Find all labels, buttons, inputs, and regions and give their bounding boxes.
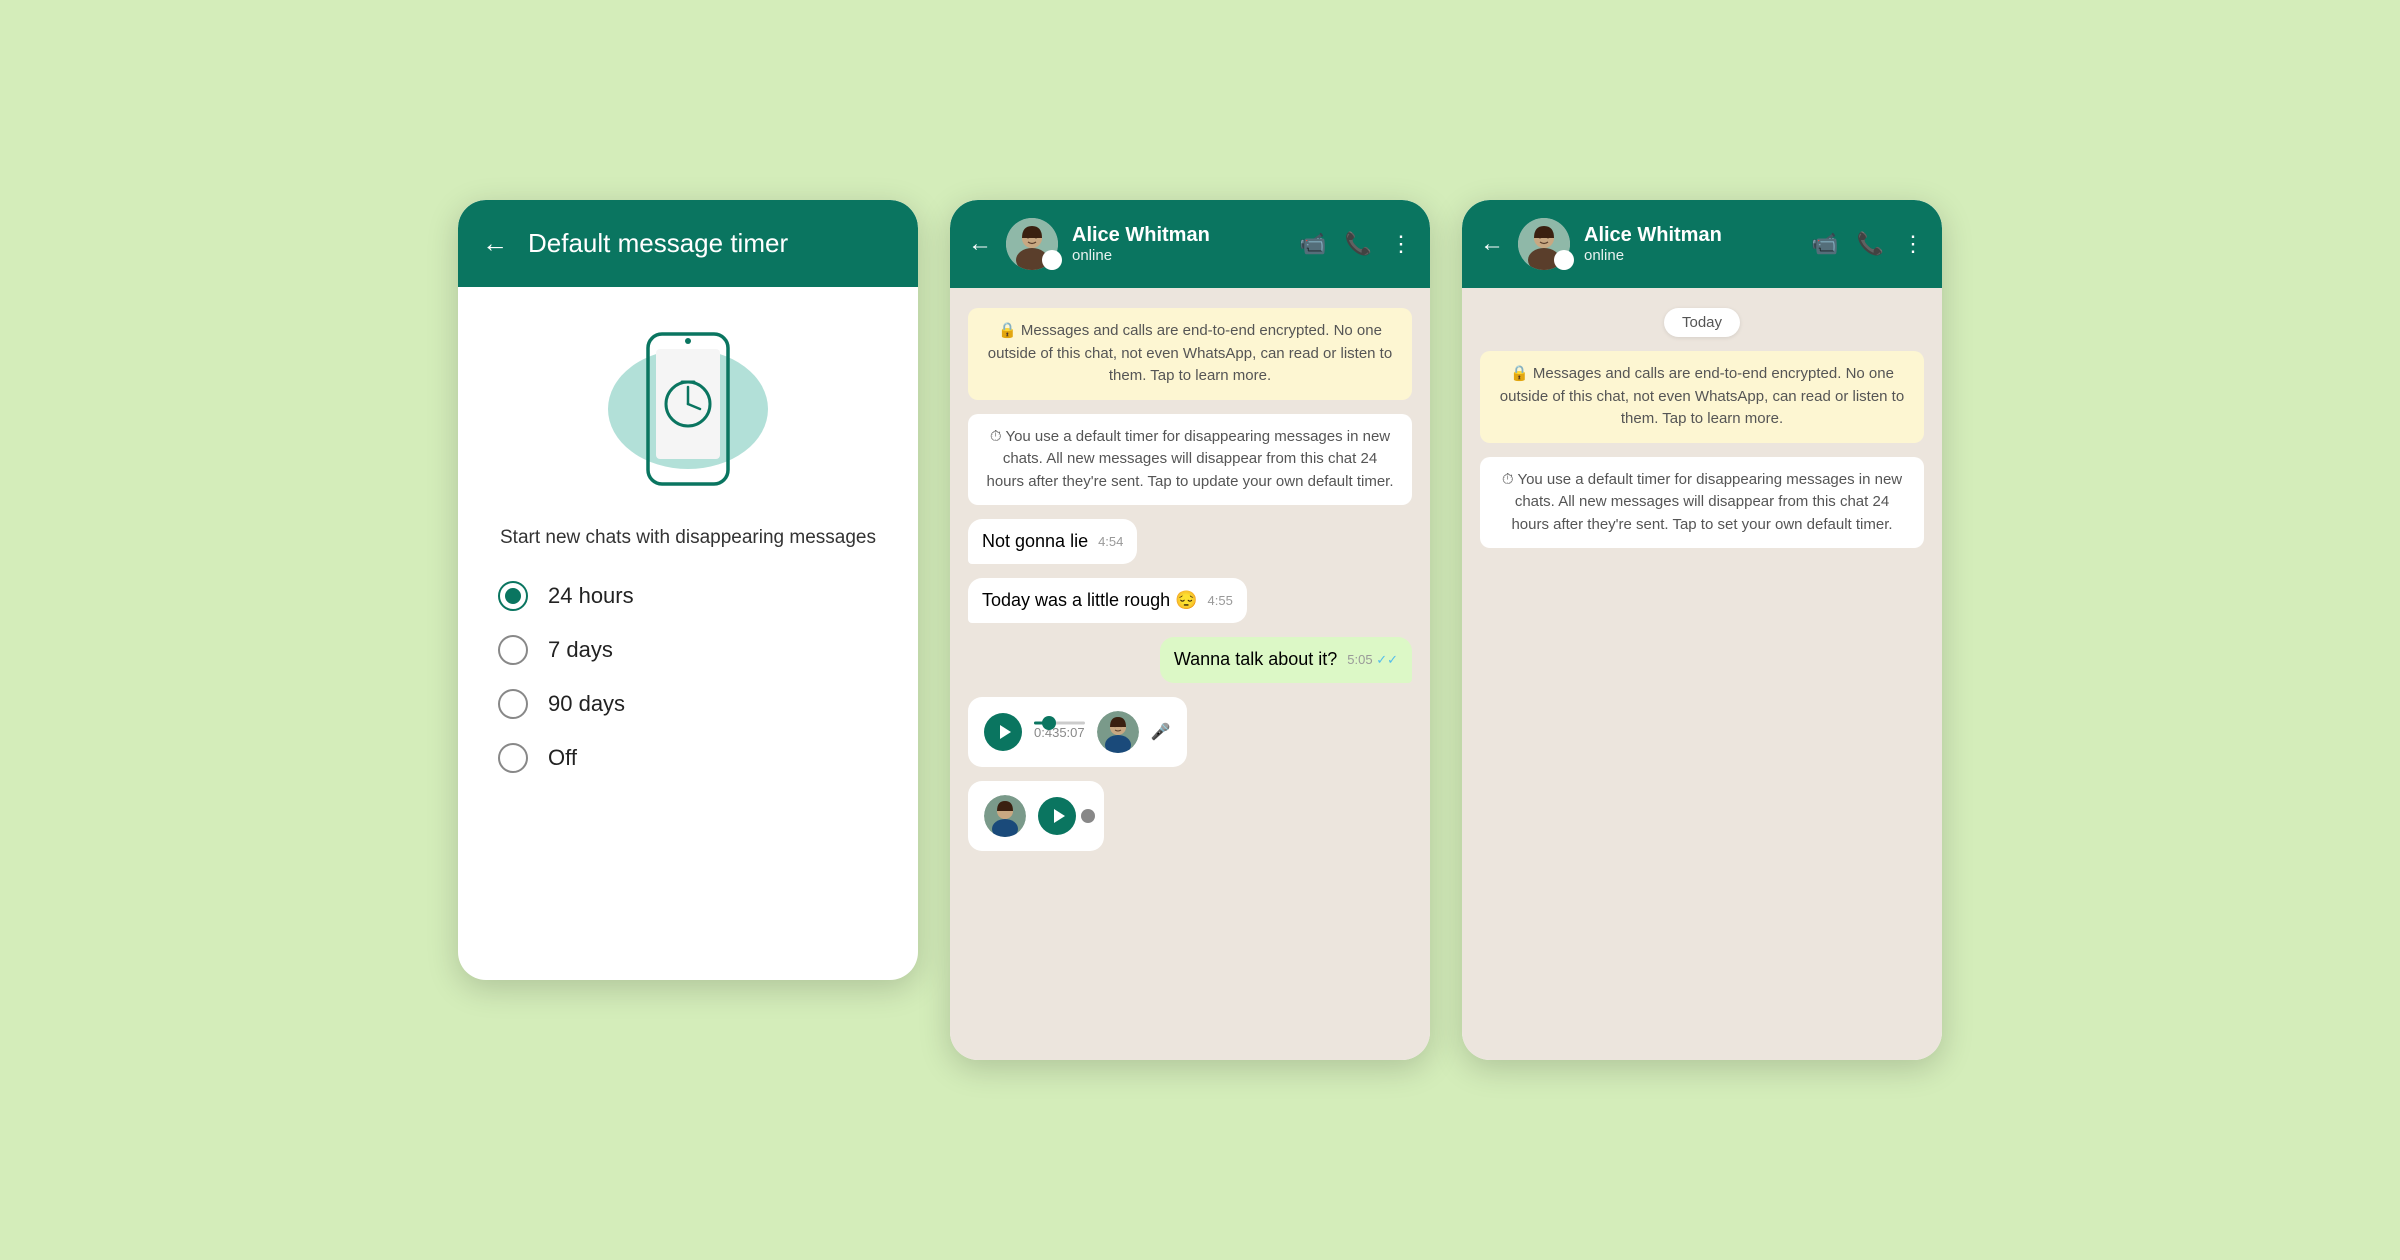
bubble-1: Not gonna lie 4:54 bbox=[968, 519, 1137, 564]
partial-dot-2 bbox=[1081, 809, 1095, 823]
play-icon-2 bbox=[1052, 808, 1066, 824]
encrypted-notice-2[interactable]: 🔒 Messages and calls are end-to-end encr… bbox=[968, 308, 1412, 400]
waveform-dot-1 bbox=[1042, 716, 1056, 730]
screens-container: ← Default message timer Start new chats … bbox=[418, 160, 1982, 1100]
card-chat-2: ← ⏱ bbox=[950, 200, 1430, 1060]
label-24h: 24 hours bbox=[548, 583, 634, 609]
encrypted-text-3: 🔒 Messages and calls are end-to-end encr… bbox=[1500, 365, 1904, 427]
back-button[interactable]: ← bbox=[482, 228, 508, 259]
timer-text-3: ⏱ You use a default timer for disappeari… bbox=[1502, 471, 1902, 533]
today-badge: Today bbox=[1480, 308, 1924, 337]
option-90days[interactable]: 90 days bbox=[498, 689, 878, 719]
more-icon-3[interactable]: ⋮ bbox=[1902, 231, 1924, 257]
encrypted-notice-3[interactable]: 🔒 Messages and calls are end-to-end encr… bbox=[1480, 351, 1924, 443]
bubble-time-2: 4:55 bbox=[1208, 592, 1233, 610]
msg-row-3: Wanna talk about it? 5:05 ✓✓ bbox=[968, 637, 1412, 682]
play-button-1[interactable] bbox=[984, 713, 1022, 751]
voice-bubble-1: 0:43 5:07 bbox=[968, 697, 1187, 767]
timer-options: 24 hours 7 days 90 days Off bbox=[498, 581, 878, 773]
voice-time-row-1: 0:43 5:07 bbox=[1034, 725, 1085, 740]
timer-badge-3: ⏱ bbox=[1554, 250, 1574, 270]
option-24h[interactable]: 24 hours bbox=[498, 581, 878, 611]
card-timer-settings: ← Default message timer Start new chats … bbox=[458, 200, 918, 980]
timer-title: Default message timer bbox=[528, 228, 788, 259]
phone-icon-3[interactable]: 📞 bbox=[1857, 231, 1884, 257]
avatar-wrap-3: ⏱ bbox=[1518, 218, 1570, 270]
timer-text-2: ⏱ You use a default timer for disappeari… bbox=[987, 428, 1394, 490]
bubble-time-1: 4:54 bbox=[1098, 533, 1123, 551]
radio-24h[interactable] bbox=[498, 581, 528, 611]
contact-name-2: Alice Whitman bbox=[1072, 224, 1285, 247]
chat-body-3: Today 🔒 Messages and calls are end-to-en… bbox=[1462, 288, 1942, 1060]
bubble-2: Today was a little rough 😔 4:55 bbox=[968, 578, 1247, 623]
timer-notice-2[interactable]: ⏱ You use a default timer for disappeari… bbox=[968, 414, 1412, 506]
video-call-icon-3[interactable]: 📹 bbox=[1811, 231, 1838, 257]
timer-subtitle: Start new chats with disappearing messag… bbox=[500, 527, 876, 549]
contact-info-3: Alice Whitman online bbox=[1584, 224, 1797, 264]
voice-timestamp-1: 5:07 bbox=[1059, 725, 1084, 740]
chat-icons-2: 📹 📞 ⋮ bbox=[1299, 231, 1412, 257]
label-7days: 7 days bbox=[548, 637, 613, 663]
voice-avatar-1 bbox=[1097, 711, 1139, 753]
bubble-text-2: Today was a little rough 😔 bbox=[982, 590, 1198, 610]
msg-row-1: Not gonna lie 4:54 bbox=[968, 519, 1412, 564]
option-off[interactable]: Off bbox=[498, 743, 878, 773]
chat-header-2: ← ⏱ bbox=[950, 200, 1430, 288]
today-pill: Today bbox=[1664, 308, 1740, 337]
label-off: Off bbox=[548, 745, 577, 771]
bubble-text-1: Not gonna lie bbox=[982, 531, 1088, 551]
bubble-text-3: Wanna talk about it? bbox=[1174, 649, 1337, 669]
card-chat-3: ← ⏱ Alice Whitman bbox=[1462, 200, 1942, 1060]
voice-meta-1: 0:43 5:07 bbox=[1034, 723, 1085, 740]
chat-header-3: ← ⏱ Alice Whitman bbox=[1462, 200, 1942, 288]
voice-msg-row-1: 0:43 5:07 bbox=[968, 697, 1412, 767]
msg-row-2: Today was a little rough 😔 4:55 bbox=[968, 578, 1412, 623]
chat-body-2: 🔒 Messages and calls are end-to-end encr… bbox=[950, 288, 1430, 1060]
radio-90days[interactable] bbox=[498, 689, 528, 719]
voice-avatar-svg-2 bbox=[984, 795, 1026, 837]
video-call-icon-2[interactable]: 📹 bbox=[1299, 231, 1326, 257]
bubble-3: Wanna talk about it? 5:05 ✓✓ bbox=[1160, 637, 1412, 682]
play-icon-1 bbox=[998, 724, 1012, 740]
timer-body: Start new chats with disappearing messag… bbox=[458, 287, 918, 813]
timer-badge-2: ⏱ bbox=[1042, 250, 1062, 270]
timer-header: ← Default message timer bbox=[458, 200, 918, 287]
contact-status-2: online bbox=[1072, 247, 1285, 264]
contact-status-3: online bbox=[1584, 247, 1797, 264]
option-7days[interactable]: 7 days bbox=[498, 635, 878, 665]
chat-back-button-3[interactable]: ← bbox=[1480, 230, 1504, 258]
phone-svg-icon bbox=[638, 329, 738, 489]
radio-7days[interactable] bbox=[498, 635, 528, 665]
timer-notice-3[interactable]: ⏱ You use a default timer for disappeari… bbox=[1480, 457, 1924, 549]
voice-avatar-svg-1 bbox=[1097, 711, 1139, 753]
contact-info-2: Alice Whitman online bbox=[1072, 224, 1285, 264]
voice-msg-row-2 bbox=[968, 781, 1412, 851]
contact-name-3: Alice Whitman bbox=[1584, 224, 1797, 247]
bubble-time-3: 5:05 ✓✓ bbox=[1347, 651, 1398, 669]
voice-avatar-2 bbox=[984, 795, 1026, 837]
label-90days: 90 days bbox=[548, 691, 625, 717]
phone-illustration bbox=[598, 319, 778, 499]
more-icon-2[interactable]: ⋮ bbox=[1390, 231, 1412, 257]
encrypted-text-2: 🔒 Messages and calls are end-to-end encr… bbox=[988, 322, 1392, 384]
chat-icons-3: 📹 📞 ⋮ bbox=[1811, 231, 1924, 257]
radio-off[interactable] bbox=[498, 743, 528, 773]
voice-bubble-2 bbox=[968, 781, 1104, 851]
phone-icon-2[interactable]: 📞 bbox=[1345, 231, 1372, 257]
mic-icon-1: 🎤 bbox=[1151, 722, 1171, 742]
avatar-wrap-2: ⏱ bbox=[1006, 218, 1058, 270]
chat-back-button-2[interactable]: ← bbox=[968, 230, 992, 258]
play-button-2[interactable] bbox=[1038, 797, 1076, 835]
